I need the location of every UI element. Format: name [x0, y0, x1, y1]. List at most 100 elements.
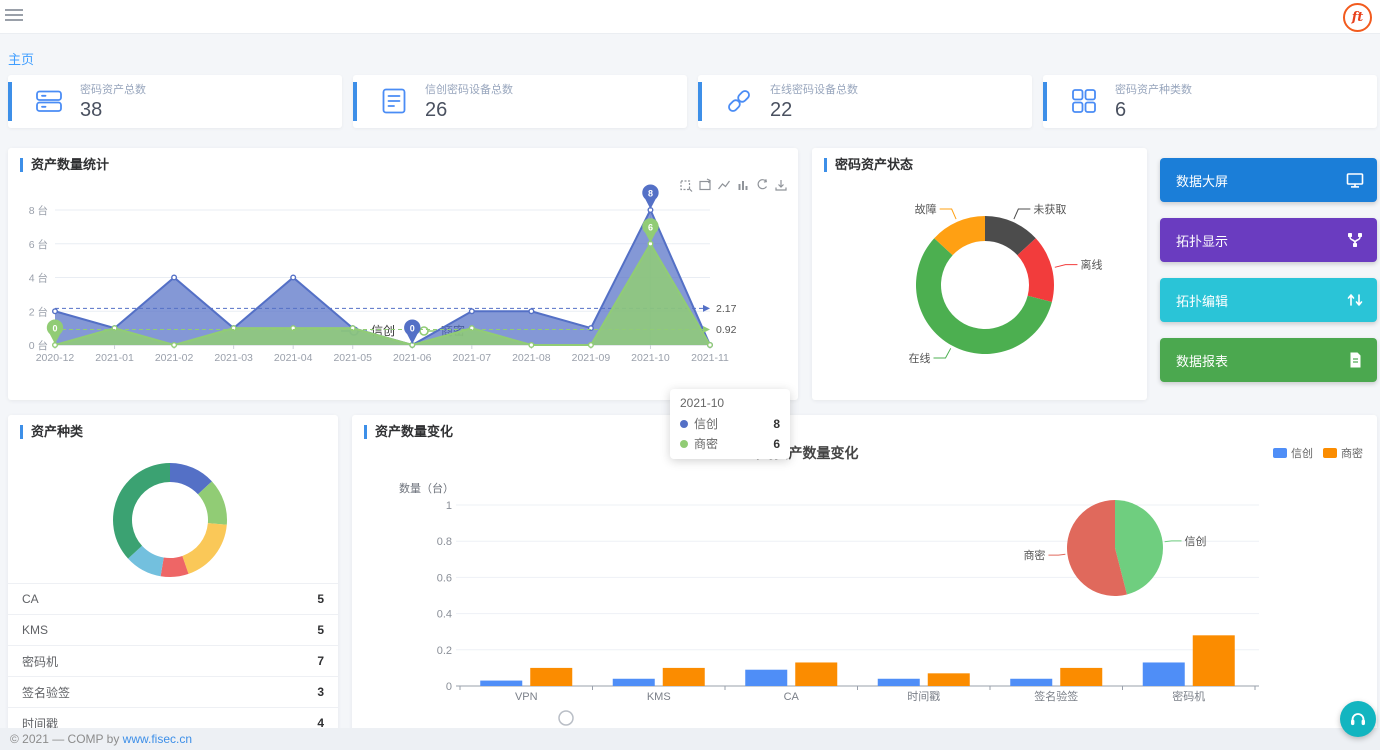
stat-card-label: 密码资产种类数 [1115, 81, 1192, 97]
svg-text:0.6: 0.6 [437, 572, 452, 584]
panel-title-asset-stats: 资产数量统计 [20, 158, 109, 172]
data-point[interactable] [172, 343, 177, 348]
stat-card-label: 信创密码设备总数 [425, 81, 513, 97]
data-point[interactable] [172, 275, 177, 280]
asset-type-count: 7 [317, 654, 324, 668]
asset-types-donut-chart[interactable] [8, 445, 338, 583]
bar-商密-签名验签[interactable] [1060, 668, 1102, 686]
asset-type-row-KMS: KMS5 [8, 615, 338, 646]
bar-legend-item-信创[interactable]: 信创 [1273, 445, 1313, 461]
asset-change-bar-chart[interactable]: 00.20.40.60.81数量（台）VPNKMSCA时间戳签名验签密码机信创商… [352, 470, 1377, 750]
stat-card-label: 密码资产总数 [80, 81, 146, 97]
x-tick-label: 2021-08 [512, 352, 551, 364]
card-accent [353, 82, 357, 121]
asset-type-count: 3 [317, 685, 324, 699]
app-logo: ft [1343, 3, 1372, 32]
data-point[interactable] [529, 309, 534, 314]
bar-legend-item-商密[interactable]: 商密 [1323, 445, 1363, 461]
x-tick-label: 2021-06 [393, 352, 432, 364]
action-button-拓扑编辑[interactable]: 拓扑编辑 [1160, 278, 1377, 322]
footer: © 2021 — COMP by www.fisec.cn [0, 728, 1380, 750]
asset-type-name: 签名验签 [22, 684, 70, 701]
data-point[interactable] [529, 343, 534, 348]
svg-text:0 台: 0 台 [29, 339, 48, 352]
asset-type-count: 5 [317, 592, 324, 606]
stat-card-label: 在线密码设备总数 [770, 81, 858, 97]
asset-type-row-CA: CA 5 [8, 584, 338, 615]
bar-信创-签名验签[interactable] [1010, 679, 1052, 686]
bar-category-label: 时间戳 [907, 690, 940, 703]
data-point[interactable] [53, 309, 58, 314]
tooltip-title: 2021-10 [680, 396, 780, 410]
asset-type-name: CA [22, 592, 39, 606]
bar-商密-KMS[interactable] [663, 668, 705, 686]
pie-slice-other[interactable] [113, 463, 170, 559]
action-button-拓扑显示[interactable]: 拓扑显示 [1160, 218, 1377, 262]
asset-type-count: 5 [317, 623, 324, 637]
bar-信创-CA[interactable] [745, 670, 787, 686]
bar-信创-KMS[interactable] [613, 679, 655, 686]
topology-icon [1346, 231, 1364, 249]
hamburger-menu-icon[interactable] [5, 9, 23, 23]
bar-商密-VPN[interactable] [530, 668, 572, 686]
bar-信创-VPN[interactable] [480, 681, 522, 686]
breadcrumb-home[interactable]: 主页 [8, 49, 34, 68]
svg-text:6 台: 6 台 [29, 238, 48, 251]
support-float-button[interactable] [1340, 701, 1376, 737]
bar-商密-时间戳[interactable] [928, 673, 970, 686]
tooltip-row-商密: 商密6 [680, 435, 780, 452]
bar-信创-密码机[interactable] [1143, 662, 1185, 686]
topology-edit-icon [1346, 291, 1364, 309]
svg-text:2 台: 2 台 [29, 305, 48, 318]
x-tick-label: 2021-03 [214, 352, 253, 364]
data-point[interactable] [589, 343, 594, 348]
monitor-icon [1346, 171, 1364, 189]
svg-text:4 台: 4 台 [29, 272, 48, 285]
bar-商密-密码机[interactable] [1193, 635, 1235, 686]
stat-card-0: 密码资产总数 38 [8, 75, 342, 128]
pagination-dot[interactable] [559, 711, 573, 725]
stat-card-3: 密码资产种类数6 [1043, 75, 1377, 128]
asset-status-donut-chart[interactable]: 未获取离线在线故障 [812, 176, 1147, 400]
panel-title-asset-types: 资产种类 [20, 425, 83, 439]
data-point[interactable] [291, 275, 296, 280]
pie-slice-密码机[interactable] [182, 523, 226, 574]
data-point[interactable] [708, 343, 713, 348]
x-tick-label: 2021-09 [572, 352, 611, 364]
stat-card-value: 26 [425, 99, 513, 122]
action-button-label: 数据报表 [1176, 351, 1228, 370]
asset-types-panel: 资产种类 CA5KMS5密码机7签名验签3时间戳4 [8, 415, 338, 750]
asset-count-line-chart[interactable]: 0 台2 台4 台6 台8 台2020-122021-012021-022021… [8, 180, 798, 370]
asset-type-row-签名验签: 签名验签 3 [8, 677, 338, 708]
bar-商密-CA[interactable] [795, 662, 837, 686]
svg-text:0.4: 0.4 [437, 609, 452, 621]
quick-actions: 数据大屏拓扑显示拓扑编辑数据报表 [1160, 158, 1377, 398]
stat-card-value: 38 [80, 99, 146, 122]
x-tick-label: 2020-12 [36, 352, 75, 364]
action-button-数据大屏[interactable]: 数据大屏 [1160, 158, 1377, 202]
average-label: 2.17 [716, 303, 737, 315]
x-tick-label: 2021-05 [333, 352, 372, 364]
svg-text:0: 0 [52, 324, 57, 334]
logo-text: ft [1352, 11, 1364, 24]
action-button-label: 拓扑显示 [1176, 231, 1228, 250]
svg-text:1: 1 [446, 500, 452, 512]
action-button-label: 拓扑编辑 [1176, 291, 1228, 310]
headset-icon [1348, 709, 1368, 729]
data-point[interactable] [470, 309, 475, 314]
bar-信创-时间戳[interactable] [878, 679, 920, 686]
asset-type-list: CA5KMS5密码机7签名验签3时间戳4 [8, 583, 338, 739]
x-tick-label: 2021-02 [155, 352, 194, 364]
stat-cards-row: 密码资产总数38信创密码设备总数26在线密码设备总数22密码资产种类数6 [8, 75, 1377, 128]
panel-title-asset-status: 密码资产状态 [824, 158, 913, 172]
asset-status-panel: 密码资产状态 未获取离线在线故障 [812, 148, 1147, 400]
average-label: 0.92 [716, 324, 737, 336]
fisec-link[interactable]: www.fisec.cn [123, 732, 192, 746]
bar-category-label: 密码机 [1172, 689, 1205, 703]
x-tick-label: 2021-07 [453, 352, 492, 364]
svg-text:0: 0 [446, 681, 452, 693]
asset-type-name: 密码机 [22, 653, 58, 670]
action-button-数据报表[interactable]: 数据报表 [1160, 338, 1377, 382]
copyright-text: © 2021 — COMP by [10, 732, 123, 746]
report-icon [1346, 351, 1364, 369]
